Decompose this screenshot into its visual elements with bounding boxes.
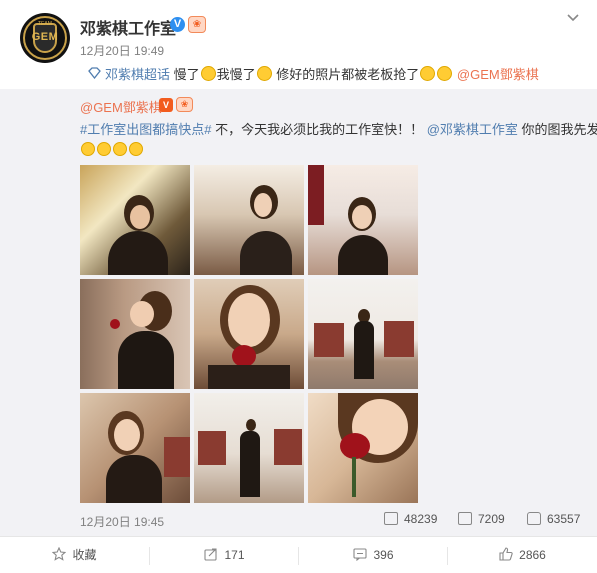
grin-emoji-icon-2 [97,142,111,156]
verified-icon: V [170,17,185,32]
repost-text: #工作室出图都搞快点# 不，今天我必须比我的工作室快！！ @邓紫棋工作室 你的图… [80,119,597,138]
laughing-tears-emoji-icon-2 [437,66,453,81]
avatar-small-text: TEAM [38,21,52,27]
weibo-post-card: TEAM GEM 邓紫棋工作室 V ❀ 12月20日 19:49 邓紫棋超话 慢… [0,0,597,573]
photo-8[interactable] [194,393,304,503]
repost-comment-value: 7209 [478,512,505,526]
photo-2[interactable] [194,165,304,275]
share-icon [384,512,398,525]
star-icon [52,539,67,561]
repost-forward-count[interactable]: 48239 [384,512,437,526]
post-text-part-1: 慢了 [173,67,200,82]
action-bar: 收藏 171 396 2866 [0,536,597,573]
super-topic-link[interactable]: 邓紫棋超话 [105,67,170,82]
repost-like-count[interactable]: 63557 [527,512,580,526]
comment-bubble-icon [353,539,368,562]
repost-comment-count[interactable]: 7209 [458,512,505,526]
photo-3[interactable] [308,165,418,275]
like-thumb-icon [499,539,513,561]
avatar-logo-text: GEM [31,31,59,43]
repost-author-link[interactable]: @GEM鄧紫棋 [80,97,162,116]
grin-emoji-icon [81,142,95,156]
avatar[interactable]: TEAM GEM [20,13,70,63]
like-count: 2866 [519,548,546,562]
post-text-part-3: 修好的照片都被老板抢了 [272,67,420,82]
repost-text-tail: 你的图我先发咯 [521,122,597,137]
post-text-part-2: 我慢了 [216,67,256,82]
comment-count: 396 [373,548,394,562]
favorite-button[interactable]: 收藏 [0,537,149,573]
photo-grid [80,165,420,505]
repost-forward-value: 48239 [404,512,438,526]
vip-badge-icon: V [159,98,173,112]
comment-icon [458,512,472,525]
photo-4[interactable] [80,279,190,389]
favorite-label: 收藏 [72,548,97,562]
fan-badge-icon-2: ❀ [176,97,193,112]
mention-link[interactable]: @GEM鄧紫棋 [457,67,539,82]
repost-count: 171 [224,548,245,562]
comment-button[interactable]: 396 [299,537,448,573]
laughing-tears-emoji-icon [420,66,436,81]
photo-9[interactable] [308,393,418,503]
author-name[interactable]: 邓紫棋工作室 [80,15,176,39]
emoji-row [80,141,144,159]
photo-1[interactable] [80,165,190,275]
sunglasses-emoji-icon [129,142,143,156]
repost-mention-link[interactable]: @邓紫棋工作室 [427,122,518,137]
super-topic-icon [88,67,101,80]
photo-6[interactable] [308,279,418,389]
grin-emoji-icon-3 [113,142,127,156]
sad-emoji-icon [200,66,216,81]
repost-text-body: 不，今天我必须比我的工作室快！！ [211,122,424,137]
forward-icon [204,539,218,561]
post-text: 邓紫棋超话 慢了 我慢了 修好的照片都被老板抢了 @GEM鄧紫棋 [88,64,539,83]
repost-time[interactable]: 12月20日 19:45 [80,513,164,530]
crying-emoji-icon [256,66,272,81]
repost-like-value: 63557 [547,512,581,526]
post-time[interactable]: 12月20日 19:49 [80,42,164,59]
hashtag-link[interactable]: #工作室出图都搞快点# [80,122,211,137]
thumbs-up-icon [527,512,541,525]
photo-5[interactable] [194,279,304,389]
fan-badge-icon: ❀ [188,16,206,33]
photo-7[interactable] [80,393,190,503]
repost-button[interactable]: 171 [150,537,299,573]
chevron-down-icon[interactable] [566,10,580,24]
like-button[interactable]: 2866 [448,537,597,573]
